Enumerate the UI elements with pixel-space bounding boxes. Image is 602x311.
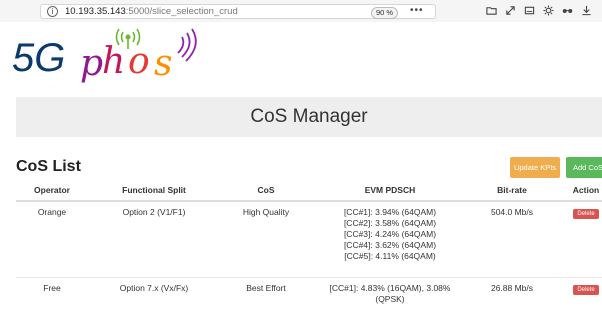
cell-evm-pdsch: [CC#1]: 4.83% (16QAM), 3.08% (QPSK) <box>312 277 468 305</box>
evm-line: [CC#1]: 4.83% (16QAM), 3.08% (QPSK) <box>329 283 451 304</box>
column-header-cos[interactable]: CoS <box>220 180 312 202</box>
window-icon[interactable] <box>524 5 535 16</box>
glasses-icon[interactable] <box>562 5 573 16</box>
svg-text:p: p <box>80 43 103 84</box>
cos-table: Operator Functional Split CoS EVM PDSCH … <box>16 180 602 305</box>
zoom-badge[interactable]: 90 % <box>371 7 399 19</box>
cell-action: Delete <box>556 277 602 305</box>
list-title: CoS List <box>16 158 81 175</box>
download-icon[interactable] <box>581 5 592 16</box>
more-actions-icon[interactable]: ••• <box>410 5 424 16</box>
info-icon[interactable]: i <box>47 6 58 17</box>
svg-text:s: s <box>154 43 172 84</box>
cell-bit-rate: 504.0 Mb/s <box>490 207 534 217</box>
cell-cos: Best Effort <box>220 277 312 305</box>
url-host: 10.193.35.143 <box>65 6 126 17</box>
page: i 10.193.35.143:5000/slice_selection_cru… <box>0 0 602 311</box>
table-row: Orange Option 2 (V1/F1) High Quality [CC… <box>16 201 602 278</box>
table-row: Free Option 7.x (Vx/Fx) Best Effort [CC#… <box>16 277 602 305</box>
cell-functional-split: Option 7.x (Vx/Fx) <box>88 277 220 305</box>
url-text[interactable]: 10.193.35.143:5000/slice_selection_crud <box>65 6 238 17</box>
cell-operator: Orange <box>37 207 67 217</box>
column-header-operator[interactable]: Operator <box>16 180 88 202</box>
toolbar-icons <box>486 3 592 17</box>
evm-line: [CC#5]: 4.11% (64QAM) <box>344 251 436 261</box>
cell-operator: Free <box>16 277 88 305</box>
evm-line: [CC#3]: 4.24% (64QAM) <box>343 229 437 239</box>
svg-text:h: h <box>102 41 125 82</box>
svg-text:5G: 5G <box>12 36 65 80</box>
url-path: :5000/slice_selection_crud <box>125 6 238 17</box>
gear-icon[interactable] <box>543 4 554 16</box>
delete-button[interactable]: Delete <box>573 209 599 219</box>
evm-line: [CC#2]: 3.58% (64QAM) <box>343 218 437 228</box>
evm-line: [CC#1]: 3.94% (64QAM) <box>343 207 437 217</box>
site-logo[interactable]: 5G p h o s <box>10 25 250 85</box>
table-header-row: Operator Functional Split CoS EVM PDSCH … <box>16 180 602 202</box>
column-header-bit-rate[interactable]: Bit-rate <box>468 180 556 202</box>
cell-functional-split: Option 2 (V1/F1) <box>122 207 186 217</box>
address-bar[interactable]: i 10.193.35.143:5000/slice_selection_cru… <box>40 4 436 19</box>
column-header-action[interactable]: Action <box>556 180 602 202</box>
add-cos-button[interactable]: Add CoS <box>566 157 602 178</box>
header-banner: CoS Manager <box>16 97 602 137</box>
column-header-functional-split[interactable]: Functional Split <box>88 180 220 202</box>
cell-bit-rate: 26.88 Mb/s <box>468 277 556 305</box>
evm-line: [CC#4]: 3.62% (64QAM) <box>343 240 437 250</box>
page-title: CoS Manager <box>250 106 368 127</box>
fullscreen-icon[interactable] <box>505 5 516 16</box>
cell-cos: High Quality <box>242 207 290 217</box>
column-header-evm-pdsch[interactable]: EVM PDSCH <box>312 180 468 202</box>
update-kpis-button[interactable]: Update KPIs <box>510 157 560 178</box>
cell-action: Delete <box>556 201 602 278</box>
library-icon[interactable] <box>486 5 497 16</box>
cell-evm-pdsch: [CC#1]: 3.94% (64QAM) [CC#2]: 3.58% (64Q… <box>312 201 468 278</box>
browser-toolbar: i 10.193.35.143:5000/slice_selection_cru… <box>0 0 602 22</box>
delete-button[interactable]: Delete <box>573 285 599 295</box>
svg-text:o: o <box>128 41 150 82</box>
